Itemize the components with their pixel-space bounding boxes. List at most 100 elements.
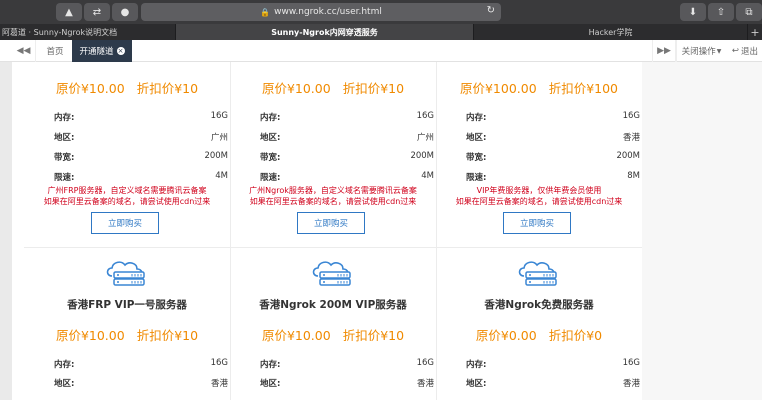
spec-value: 16G bbox=[210, 358, 228, 368]
caret-down-icon: ▼ bbox=[716, 47, 722, 55]
server-grid: 原价¥10.00 折扣价¥10 内存: 16G 地区: 广州 带宽: 200M 限速: 4… bbox=[12, 62, 642, 400]
original-price: 原价¥0.00 bbox=[475, 328, 537, 343]
server-note: 如果在阿里云备案的域名，请尝试使用cdn过来 bbox=[43, 197, 211, 206]
spec-value: 香港 bbox=[622, 379, 640, 389]
server-note: 如果在阿里云备案的域名，请尝试使用cdn过来 bbox=[249, 197, 417, 206]
spec-value: 16G bbox=[210, 111, 228, 121]
app-tab-bar: ◀◀ 首页 开通隧道 × ▶▶ 关闭操作 ▼ ↩ 退出 bbox=[0, 40, 762, 62]
spec-value: 4M bbox=[421, 171, 434, 181]
tab-open-tunnel-label: 开通隧道 bbox=[79, 47, 114, 57]
divider bbox=[436, 62, 437, 400]
original-price: 原价¥10.00 bbox=[261, 81, 331, 96]
server-note: 广州FRP服务器，自定义域名需要腾讯云备案 bbox=[47, 186, 207, 195]
download-icon[interactable]: ⬇ bbox=[680, 3, 706, 21]
tab-open-tunnel[interactable]: 开通隧道 × bbox=[72, 40, 132, 62]
spec-label: 内存: bbox=[260, 360, 281, 370]
server-note: 如果在阿里云备案的域名，请尝试使用cdn过来 bbox=[455, 197, 623, 206]
spec-label: 地区: bbox=[260, 379, 281, 389]
original-price: 原价¥10.00 bbox=[55, 328, 125, 343]
discount-price: 折扣价¥100 bbox=[548, 81, 618, 96]
spec-value: 香港 bbox=[210, 379, 228, 389]
browser-tab[interactable]: 阿葛道 · Sunny-Ngrok说明文档 bbox=[0, 24, 176, 40]
spec-label: 带宽: bbox=[260, 153, 281, 163]
original-price: 原价¥100.00 bbox=[459, 81, 537, 96]
spec-label: 地区: bbox=[54, 133, 75, 143]
price-line: 原价¥10.00 折扣价¥10 bbox=[230, 325, 436, 344]
close-icon[interactable]: × bbox=[116, 47, 125, 55]
scroll-left-icon[interactable]: ◀◀ bbox=[12, 40, 36, 62]
browser-tab[interactable]: Hacker学院 bbox=[474, 24, 748, 40]
spec-value: 香港 bbox=[622, 133, 640, 143]
spec-value: 16G bbox=[622, 111, 640, 121]
cloud-server-icon bbox=[518, 261, 557, 286]
price-line: 原价¥100.00 折扣价¥100 bbox=[436, 78, 642, 97]
spec-label: 地区: bbox=[260, 133, 281, 143]
discount-price: 折扣价¥10 bbox=[136, 328, 199, 343]
spec-label: 带宽: bbox=[54, 153, 75, 163]
right-gutter bbox=[642, 62, 762, 400]
new-tab-button[interactable]: + bbox=[748, 24, 762, 40]
share-icon[interactable]: ⇧ bbox=[708, 3, 734, 21]
address-bar[interactable]: 🔒 www.ngrok.cc/user.html ↻ bbox=[141, 3, 501, 21]
tabs-overview-icon[interactable]: ⧉ bbox=[736, 3, 762, 21]
extension-icon[interactable]: ⇄ bbox=[84, 3, 110, 21]
logout-icon: ↩ bbox=[731, 46, 740, 56]
browser-tabs: 阿葛道 · Sunny-Ngrok说明文档 Sunny-Ngrok内网穿透服务 … bbox=[0, 24, 762, 40]
spec-label: 内存: bbox=[260, 113, 281, 123]
shield-icon[interactable]: ▲ bbox=[56, 3, 82, 21]
lock-icon: 🔒 bbox=[260, 7, 271, 17]
spec-value: 200M bbox=[204, 151, 228, 161]
tab-home[interactable]: 首页 bbox=[38, 40, 72, 62]
price-line: 原价¥10.00 折扣价¥10 bbox=[24, 78, 230, 97]
browser-toolbar: ▲ ⇄ ● 🔒 www.ngrok.cc/user.html ↻ ⬇ ⇧ ⧉ bbox=[0, 0, 762, 24]
lightbulb-icon[interactable]: ● bbox=[112, 3, 138, 21]
server-title: 香港Ngrok 200M VIP服务器 bbox=[259, 299, 407, 311]
buy-now-button[interactable]: 立即购买 bbox=[91, 212, 159, 234]
buy-now-button[interactable]: 立即购买 bbox=[503, 212, 571, 234]
spec-value: 广州 bbox=[210, 133, 228, 143]
spec-value: 16G bbox=[416, 111, 434, 121]
server-title: 香港Ngrok免费服务器 bbox=[484, 299, 594, 311]
scroll-right-icon[interactable]: ▶▶ bbox=[652, 40, 676, 62]
spec-label: 限速: bbox=[466, 173, 487, 183]
original-price: 原价¥10.00 bbox=[261, 328, 331, 343]
server-note: 广州Ngrok服务器，自定义域名需要腾讯云备案 bbox=[249, 186, 417, 195]
url-text: www.ngrok.cc/user.html bbox=[274, 7, 382, 17]
spec-value: 8M bbox=[627, 171, 640, 181]
divider bbox=[24, 247, 642, 248]
spec-label: 地区: bbox=[54, 379, 75, 389]
buy-now-button[interactable]: 立即购买 bbox=[297, 212, 365, 234]
logout-button[interactable]: ↩ 退出 bbox=[728, 40, 762, 62]
divider bbox=[230, 62, 231, 400]
close-operations-menu[interactable]: 关闭操作 ▼ bbox=[676, 40, 726, 62]
left-gutter bbox=[0, 62, 12, 400]
close-operations-label: 关闭操作 bbox=[681, 47, 716, 57]
spec-label: 内存: bbox=[54, 113, 75, 123]
browser-tab-active[interactable]: Sunny-Ngrok内网穿透服务 bbox=[176, 24, 474, 40]
server-title: 香港FRP VIP一号服务器 bbox=[67, 299, 187, 311]
spec-label: 地区: bbox=[466, 379, 487, 389]
server-note: VIP年费服务器，仅供年费会员使用 bbox=[476, 186, 602, 195]
spec-label: 内存: bbox=[466, 113, 487, 123]
price-line: 原价¥10.00 折扣价¥10 bbox=[230, 78, 436, 97]
cloud-server-icon bbox=[106, 261, 145, 286]
spec-label: 内存: bbox=[466, 360, 487, 370]
discount-price: 折扣价¥10 bbox=[342, 81, 405, 96]
cloud-server-icon bbox=[312, 261, 351, 286]
logout-label: 退出 bbox=[741, 47, 759, 57]
spec-value: 200M bbox=[410, 151, 434, 161]
spec-value: 广州 bbox=[416, 133, 434, 143]
spec-label: 地区: bbox=[466, 133, 487, 143]
discount-price: 折扣价¥0 bbox=[548, 328, 603, 343]
spec-value: 16G bbox=[416, 358, 434, 368]
spec-value: 香港 bbox=[416, 379, 434, 389]
price-line: 原价¥10.00 折扣价¥10 bbox=[24, 325, 230, 344]
spec-label: 带宽: bbox=[466, 153, 487, 163]
spec-value: 200M bbox=[616, 151, 640, 161]
discount-price: 折扣价¥10 bbox=[136, 81, 199, 96]
spec-label: 限速: bbox=[260, 173, 281, 183]
reload-icon[interactable]: ↻ bbox=[487, 5, 495, 16]
price-line: 原价¥0.00 折扣价¥0 bbox=[436, 325, 642, 344]
original-price: 原价¥10.00 bbox=[55, 81, 125, 96]
spec-value: 16G bbox=[622, 358, 640, 368]
